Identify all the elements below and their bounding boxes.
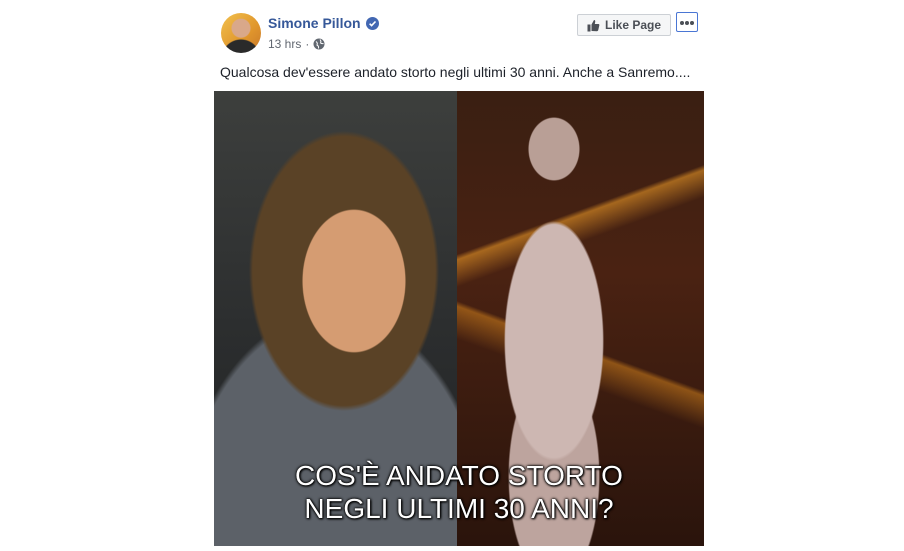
caption-line-2: NEGLI ULTIMI 30 ANNI? (304, 493, 614, 524)
author-name-link[interactable]: Simone Pillon (268, 15, 361, 31)
caption-line-1: COS'È ANDATO STORTO (295, 460, 623, 491)
like-page-button[interactable]: Like Page (577, 14, 671, 36)
author-avatar[interactable] (221, 13, 261, 53)
verified-badge-icon (365, 16, 379, 30)
globe-icon[interactable] (313, 38, 325, 50)
post-message: Qualcosa dev'essere andato storto negli … (220, 64, 691, 80)
post-timestamp[interactable]: 13 hrs (268, 37, 301, 51)
ellipsis-icon (679, 13, 695, 31)
thumbs-up-icon (587, 19, 600, 32)
more-options-button[interactable] (676, 12, 698, 32)
post-meta: 13 hrs · (268, 37, 325, 51)
photo-caption-overlay: COS'È ANDATO STORTO NEGLI ULTIMI 30 ANNI… (214, 459, 704, 525)
post-author-row: Simone Pillon (268, 15, 379, 31)
meta-separator: · (305, 37, 310, 51)
post-photo[interactable]: COS'È ANDATO STORTO NEGLI ULTIMI 30 ANNI… (214, 91, 704, 546)
like-page-label: Like Page (604, 18, 662, 32)
